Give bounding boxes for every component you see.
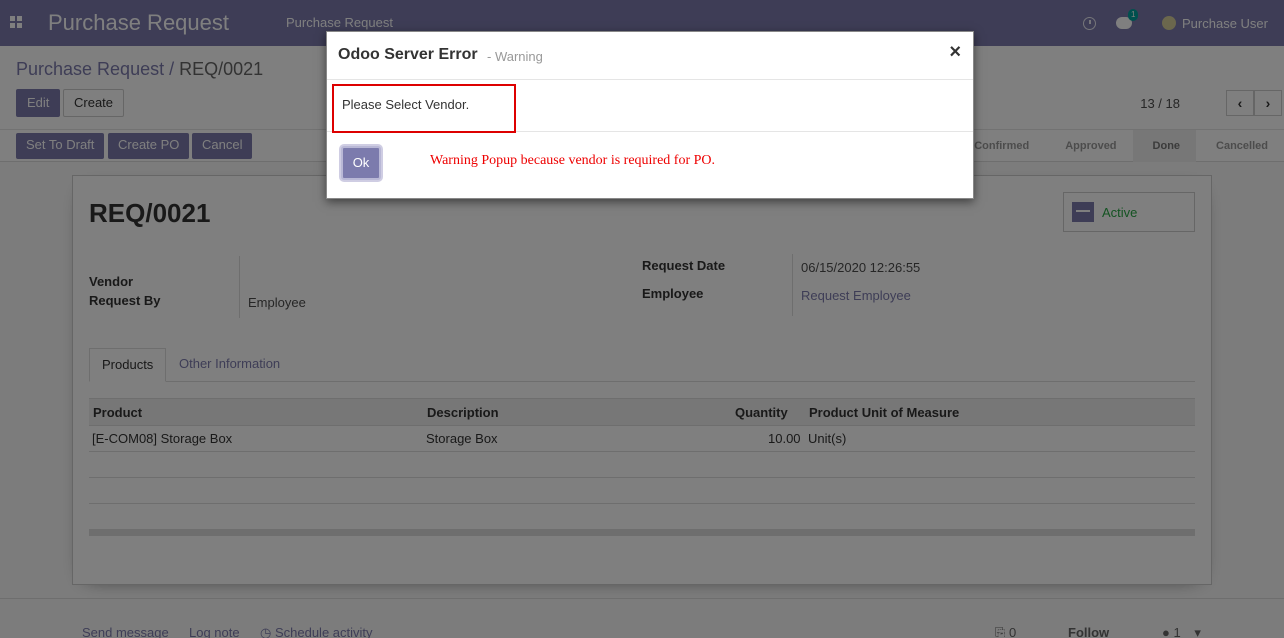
ok-button[interactable]: Ok xyxy=(341,146,381,180)
close-icon[interactable]: × xyxy=(949,42,961,62)
dialog-footer: Ok Warning Popup because vendor is requi… xyxy=(327,132,973,198)
dialog-body: Please Select Vendor. xyxy=(327,80,973,133)
dialog-header: Odoo Server Error - Warning × xyxy=(327,32,973,80)
highlight-annotation-box xyxy=(332,84,516,133)
dialog-title: Odoo Server Error xyxy=(338,46,478,63)
error-dialog: Odoo Server Error - Warning × Please Sel… xyxy=(326,31,974,199)
dialog-subtitle: - Warning xyxy=(487,49,543,64)
annotation-note: Warning Popup because vendor is required… xyxy=(430,153,716,168)
